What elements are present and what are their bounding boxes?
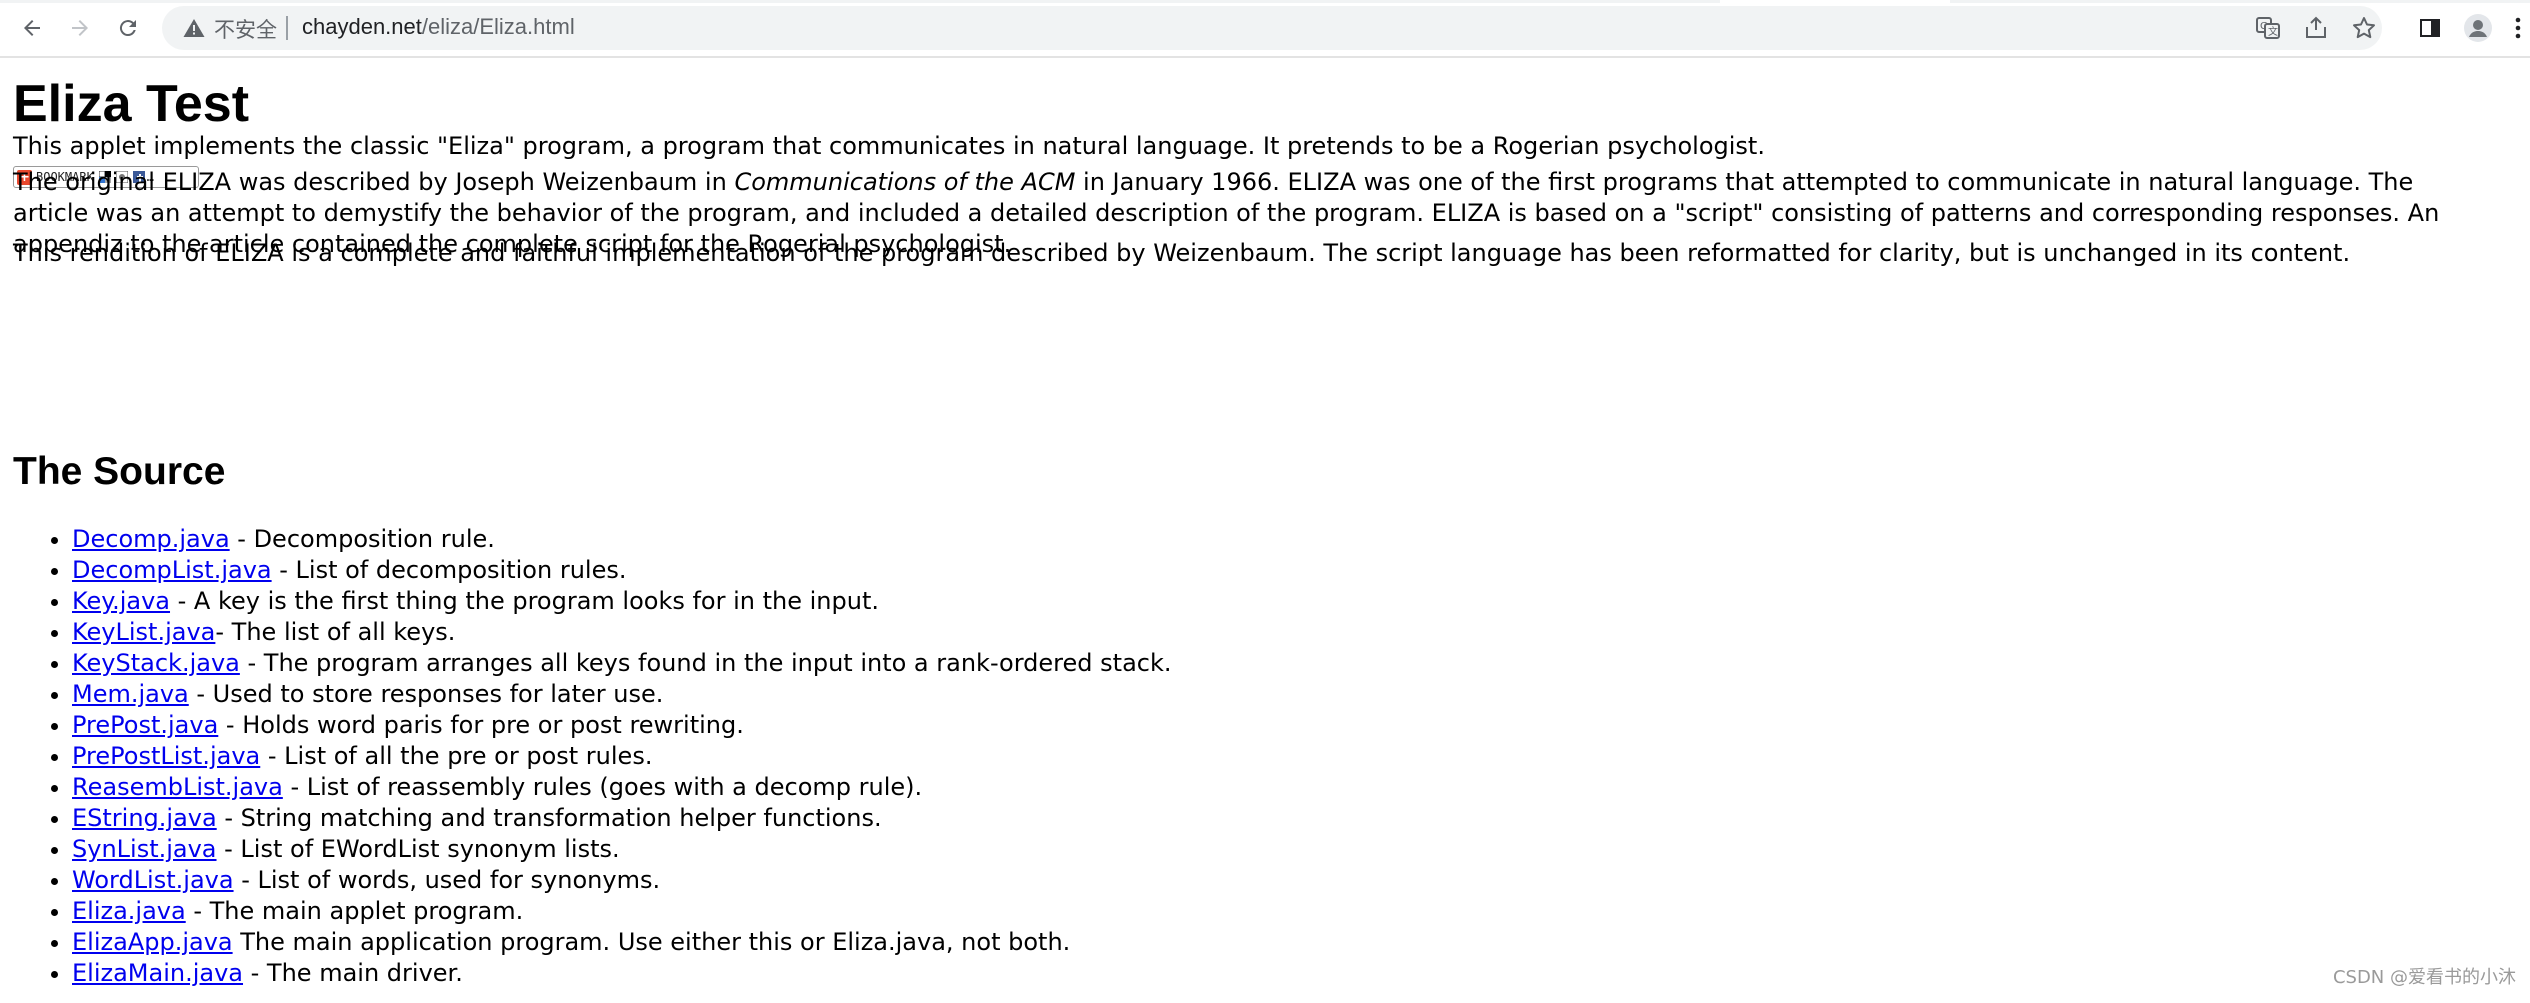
source-file-description: - List of words, used for synonyms. — [233, 866, 661, 894]
address-bar[interactable]: 不安全 chayden.net/eliza/Eliza.html G文 — [162, 6, 2382, 50]
source-file-item: ReasembList.java - List of reassembly ru… — [72, 772, 1172, 803]
intro-paragraph: This applet implements the classic "Eliz… — [13, 132, 1765, 160]
source-file-description: - List of reassembly rules (goes with a … — [282, 773, 923, 801]
source-file-item: WordList.java - List of words, used for … — [72, 865, 1172, 896]
source-file-link[interactable]: KeyList.java — [72, 618, 215, 646]
source-file-description: - List of EWordList synonym lists. — [216, 835, 620, 863]
source-heading: The Source — [13, 450, 226, 493]
source-file-item: KeyList.java- The list of all keys. — [72, 617, 1172, 648]
source-file-link[interactable]: Decomp.java — [72, 525, 230, 553]
back-arrow-icon — [24, 20, 40, 36]
source-file-item: Key.java - A key is the first thing the … — [72, 586, 1172, 617]
source-file-item: DecompList.java - List of decomposition … — [72, 555, 1172, 586]
not-secure-label[interactable]: 不安全 — [214, 14, 277, 44]
source-file-link[interactable]: PrePost.java — [72, 711, 218, 739]
source-file-item: Mem.java - Used to store responses for l… — [72, 679, 1172, 710]
url-text[interactable]: chayden.net/eliza/Eliza.html — [302, 14, 575, 40]
source-file-link[interactable]: DecompList.java — [72, 556, 272, 584]
address-separator — [286, 16, 288, 40]
source-file-description: - The list of all keys. — [215, 618, 456, 646]
forward-button[interactable] — [62, 10, 98, 46]
source-file-link[interactable]: KeyStack.java — [72, 649, 240, 677]
translate-icon[interactable]: G文 — [2254, 14, 2282, 42]
url-path: /eliza/Eliza.html — [421, 14, 575, 39]
source-file-description: - List of decomposition rules. — [271, 556, 627, 584]
svg-text:文: 文 — [2268, 25, 2278, 38]
source-file-description: - A key is the first thing the program l… — [170, 587, 879, 615]
source-file-link[interactable]: PrePostList.java — [72, 742, 260, 770]
source-file-item: EString.java - String matching and trans… — [72, 803, 1172, 834]
reload-icon — [119, 20, 136, 37]
source-file-description: - String matching and transformation hel… — [216, 804, 882, 832]
profile-avatar-icon[interactable] — [2462, 12, 2494, 44]
bookmark-star-icon[interactable] — [2350, 14, 2378, 42]
back-button[interactable] — [14, 10, 50, 46]
source-file-link[interactable]: EString.java — [72, 804, 217, 832]
source-file-description: - The main driver. — [243, 959, 463, 987]
reload-button[interactable] — [110, 10, 146, 46]
source-file-description: - The program arranges all keys found in… — [239, 649, 1172, 677]
source-file-link[interactable]: Key.java — [72, 587, 170, 615]
page-title: Eliza Test — [13, 75, 250, 133]
forward-arrow-icon — [72, 20, 88, 36]
source-file-link[interactable]: ElizaApp.java — [72, 928, 233, 956]
source-file-link[interactable]: ReasembList.java — [72, 773, 283, 801]
source-file-description: - The main applet program. — [185, 897, 524, 925]
not-secure-warning-icon[interactable] — [182, 16, 206, 40]
rendition-paragraph: This rendition of ELIZA is a complete an… — [13, 239, 2351, 267]
source-file-item: PrePost.java - Holds word paris for pre … — [72, 710, 1172, 741]
source-file-item: ElizaApp.java The main application progr… — [72, 927, 1172, 958]
source-file-item: SynList.java - List of EWordList synonym… — [72, 834, 1172, 865]
source-file-link[interactable]: SynList.java — [72, 835, 217, 863]
source-file-item: Eliza.java - The main applet program. — [72, 896, 1172, 927]
source-file-link[interactable]: WordList.java — [72, 866, 234, 894]
browser-toolbar: 不安全 chayden.net/eliza/Eliza.html G文 — [0, 0, 2530, 58]
source-file-link[interactable]: ElizaMain.java — [72, 959, 243, 987]
source-file-list: Decomp.java - Decomposition rule.DecompL… — [52, 524, 1172, 989]
share-icon[interactable] — [2302, 14, 2330, 42]
source-file-description: - Used to store responses for later use. — [188, 680, 664, 708]
csdn-watermark: CSDN @爱看书的小沐 — [2332, 967, 2516, 988]
menu-kebab-icon[interactable] — [2508, 12, 2528, 44]
source-file-description: The main application program. Use either… — [232, 928, 1071, 956]
source-file-link[interactable]: Mem.java — [72, 680, 189, 708]
source-file-item: Decomp.java - Decomposition rule. — [72, 524, 1172, 555]
url-host: chayden.net — [302, 14, 422, 39]
source-file-description: - List of all the pre or post rules. — [260, 742, 653, 770]
side-panel-icon[interactable] — [2414, 12, 2446, 44]
journal-title: Communications of the ACM — [734, 168, 1076, 196]
source-file-description: - Decomposition rule. — [229, 525, 495, 553]
history-text-1: The original ELIZA was described by Jose… — [13, 168, 735, 196]
source-file-description: - Holds word paris for pre or post rewri… — [218, 711, 744, 739]
tab-strip-line — [0, 0, 1720, 3]
web-page: Eliza Test + BOOKMARK … This applet impl… — [0, 58, 2530, 1003]
source-file-item: PrePostList.java - List of all the pre o… — [72, 741, 1172, 772]
source-file-item: ElizaMain.java - The main driver. — [72, 958, 1172, 989]
source-file-item: KeyStack.java - The program arranges all… — [72, 648, 1172, 679]
source-file-link[interactable]: Eliza.java — [72, 897, 186, 925]
tab-strip-line — [1950, 0, 2530, 3]
